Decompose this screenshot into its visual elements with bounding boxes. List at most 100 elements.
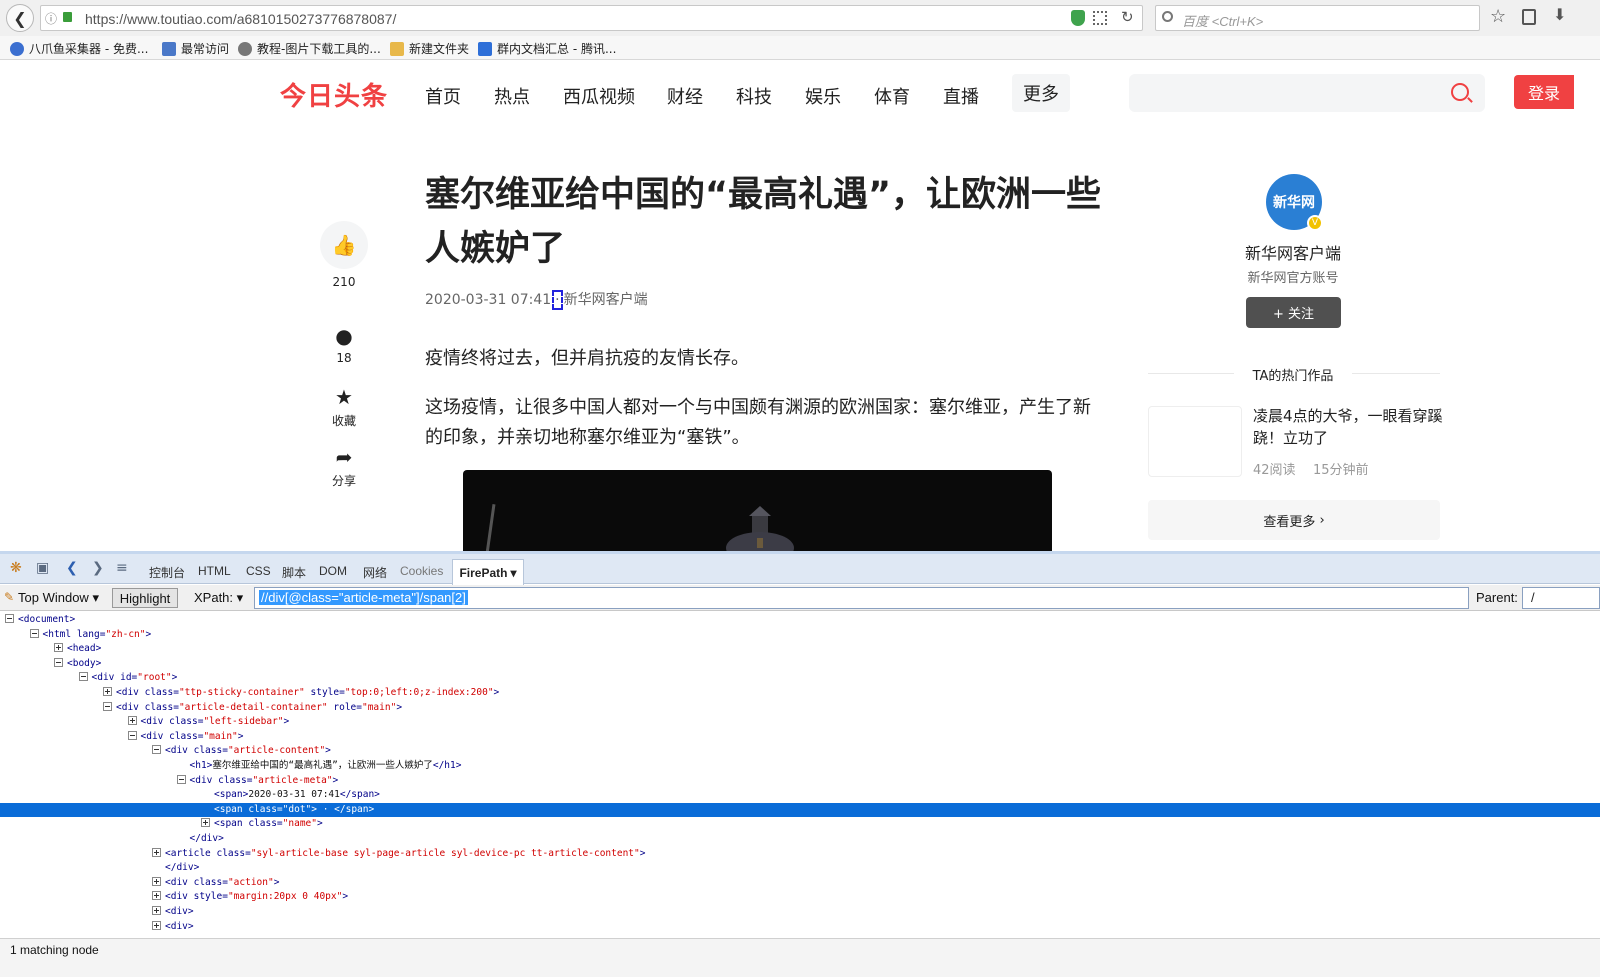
share-label[interactable]: 分享 [314, 472, 374, 489]
tree-row[interactable]: <div> [0, 905, 1600, 920]
command-line-icon[interactable]: ≡ [116, 560, 128, 576]
nav-item[interactable]: 热点 [494, 83, 530, 109]
tree-row[interactable]: <div class="article-detail-container" ro… [0, 701, 1600, 716]
tab-script[interactable]: 脚本 [282, 564, 306, 581]
firebug-icon[interactable]: ❋ [10, 560, 22, 576]
tree-row[interactable]: <div style="margin:20px 0 40px"> [0, 890, 1600, 905]
back-icon[interactable]: ❮ [66, 560, 78, 576]
collapse-icon[interactable] [29, 628, 39, 638]
hot-item-thumbnail[interactable] [1148, 406, 1242, 477]
highlight-button[interactable]: Highlight [112, 588, 178, 608]
tab-firepath[interactable]: FirePath ▾ [452, 559, 524, 585]
tree-row[interactable]: <span>2020-03-31 07:41</span> [0, 788, 1600, 803]
info-icon[interactable]: ⓘ [45, 10, 57, 27]
nav-item[interactable]: 财经 [667, 83, 703, 109]
url-bar[interactable]: ⓘ https://www.toutiao.com/a6810150273776… [40, 5, 1143, 31]
tree-row[interactable]: <div class="ttp-sticky-container" style=… [0, 686, 1600, 701]
nav-more-button[interactable]: 更多 [1012, 74, 1070, 112]
collapse-icon[interactable] [152, 745, 161, 755]
nav-item[interactable]: 首页 [425, 83, 461, 109]
bookmark-item[interactable]: 八爪鱼采集器 - 免费... [10, 40, 148, 57]
comment-icon[interactable]: ● [314, 324, 374, 348]
bookmark-item[interactable]: 新建文件夹 [390, 40, 469, 57]
expand-icon[interactable] [152, 876, 161, 886]
tab-html[interactable]: HTML [198, 564, 231, 578]
tree-row[interactable]: <article class="syl-article-base syl-pag… [0, 847, 1600, 862]
node-attr-value: "top:0;left:0;z-index:200" [344, 687, 494, 698]
tab-console[interactable]: 控制台 [149, 564, 185, 581]
tree-row[interactable]: <span class="name"> [0, 817, 1600, 832]
clipboard-icon[interactable] [1522, 9, 1536, 25]
tree-row[interactable]: <div class="left-sidebar"> [0, 715, 1600, 730]
expand-icon[interactable] [103, 687, 112, 696]
window-selector[interactable]: Top Window ▾ [18, 590, 99, 606]
nav-item[interactable]: 西瓜视频 [563, 83, 635, 109]
nav-item[interactable]: 科技 [736, 83, 772, 109]
expand-icon[interactable] [152, 906, 161, 915]
collapse-icon[interactable] [127, 730, 137, 740]
xpath-input[interactable]: //div[@class="article-meta"]/span[2] [254, 587, 1469, 609]
site-search-input[interactable] [1129, 74, 1485, 112]
divider [1148, 373, 1234, 374]
tree-row[interactable]: <body> [0, 657, 1600, 672]
tab-network[interactable]: 网络 [363, 564, 387, 581]
collect-label[interactable]: 收藏 [314, 412, 374, 429]
url-text[interactable]: https://www.toutiao.com/a681015027377687… [85, 11, 396, 27]
like-button[interactable]: 👍 [320, 221, 368, 269]
bookmark-item[interactable]: 群内文档汇总 - 腾讯... [478, 40, 616, 57]
author-name[interactable]: 新华网客户端 [1200, 240, 1386, 264]
nav-item[interactable]: 直播 [943, 83, 979, 109]
browser-search-box[interactable]: 百度 <Ctrl+K> [1155, 5, 1480, 31]
expand-icon[interactable] [127, 716, 137, 726]
login-button[interactable]: 登录 [1514, 75, 1574, 109]
tab-css[interactable]: CSS [246, 564, 271, 578]
star-icon[interactable]: ★ [314, 385, 374, 409]
nav-item[interactable]: 娱乐 [805, 83, 841, 109]
site-logo[interactable]: 今日头条 [280, 76, 388, 113]
tree-row[interactable]: <div class="article-meta"> [0, 774, 1600, 789]
bookmark-item[interactable]: 最常访问 [162, 40, 229, 57]
inspect-icon[interactable]: ▣ [36, 560, 49, 576]
tree-row[interactable]: <div> [0, 920, 1600, 935]
tree-row[interactable]: </div> [0, 861, 1600, 876]
shield-icon[interactable] [1071, 10, 1085, 26]
tree-row[interactable]: <html lang="zh-cn"> [0, 628, 1600, 643]
tree-row[interactable]: <h1>塞尔维亚给中国的“最高礼遇”，让欧洲一些人嫉妒了</h1> [0, 759, 1600, 774]
hot-item-title[interactable]: 凌晨4点的大爷，一眼看穿蹊跷！立功了 [1253, 405, 1443, 449]
nav-item[interactable]: 体育 [874, 83, 910, 109]
tree-row[interactable]: <head> [0, 642, 1600, 657]
expand-icon[interactable] [152, 847, 161, 857]
bookmark-star-icon[interactable]: ☆ [1490, 6, 1506, 27]
search-icon[interactable] [1451, 83, 1469, 101]
share-icon[interactable]: ➦ [314, 445, 374, 469]
back-button[interactable]: ❮ [6, 4, 34, 32]
tab-dom[interactable]: DOM [319, 564, 347, 578]
bookmark-item[interactable]: 教程-图片下载工具的... [238, 40, 381, 57]
download-icon[interactable]: ⬇ [1553, 5, 1566, 24]
collapse-icon[interactable] [5, 614, 14, 623]
xpath-selector[interactable]: XPath: ▾ [194, 590, 243, 606]
expand-icon[interactable] [201, 818, 210, 828]
tab-cookies[interactable]: Cookies [400, 564, 443, 578]
follow-button[interactable]: + 关注 [1246, 297, 1341, 328]
collapse-icon[interactable] [103, 701, 112, 711]
tree-row[interactable]: </div> [0, 832, 1600, 847]
article-source[interactable]: 新华网客户端 [564, 292, 648, 308]
tree-row-selected[interactable]: <span class="dot"> · </span> [0, 802, 1600, 818]
refresh-icon[interactable]: ↻ [1121, 8, 1134, 26]
collapse-icon[interactable] [176, 774, 186, 784]
expand-icon[interactable] [152, 920, 161, 930]
see-more-button[interactable]: 查看更多 › [1148, 500, 1440, 540]
collapse-icon[interactable] [78, 672, 88, 682]
tree-row[interactable]: <document> [0, 613, 1600, 628]
qr-code-icon[interactable] [1093, 11, 1107, 25]
expand-icon[interactable] [152, 891, 161, 901]
parent-input[interactable]: / [1522, 587, 1600, 609]
collapse-icon[interactable] [54, 657, 63, 667]
tree-row[interactable]: <div class="action"> [0, 876, 1600, 891]
tree-row[interactable]: <div class="article-content"> [0, 744, 1600, 759]
tree-row[interactable]: <div id="root"> [0, 671, 1600, 686]
forward-icon[interactable]: ❯ [92, 560, 104, 576]
expand-icon[interactable] [54, 643, 63, 653]
tree-row[interactable]: <div class="main"> [0, 730, 1600, 745]
